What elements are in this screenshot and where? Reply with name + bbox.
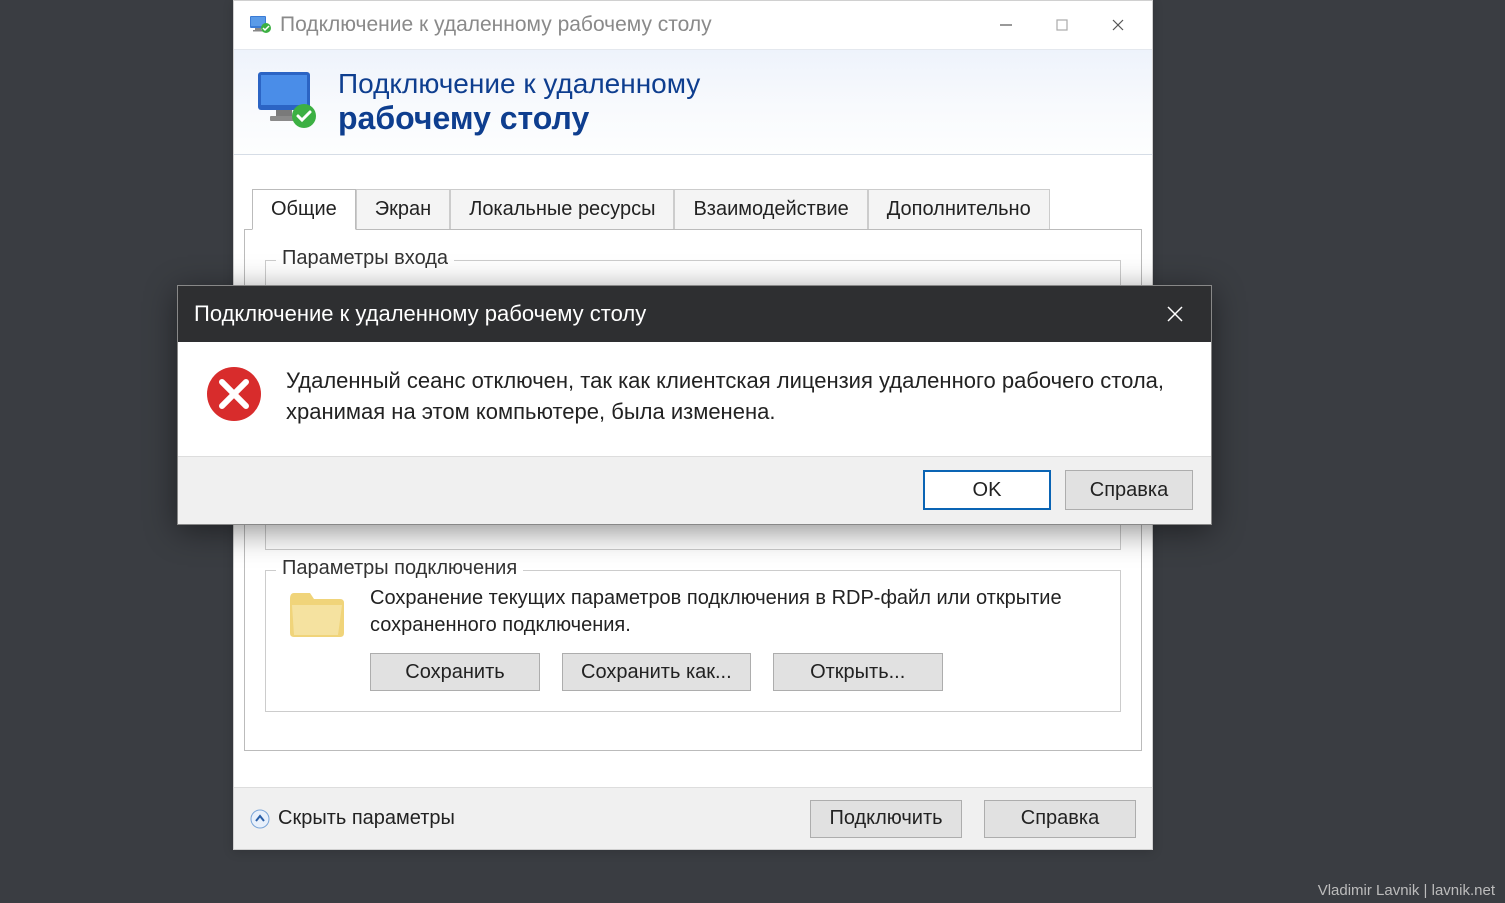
tab-experience[interactable]: Взаимодействие xyxy=(674,189,867,229)
tab-local-resources[interactable]: Локальные ресурсы xyxy=(450,189,674,229)
window-title: Подключение к удаленному рабочему столу xyxy=(280,13,978,37)
error-footer: OK Справка xyxy=(178,456,1211,524)
hide-options-link[interactable]: Скрыть параметры xyxy=(278,807,455,830)
connection-description: Сохранение текущих параметров подключени… xyxy=(370,585,1100,639)
watermark: Vladimir Lavnik | lavnik.net xyxy=(1318,882,1495,899)
banner-line2: рабочему столу xyxy=(338,100,700,137)
minimize-button[interactable] xyxy=(978,1,1034,49)
help-button[interactable]: Справка xyxy=(984,800,1136,838)
collapse-icon[interactable] xyxy=(250,809,270,829)
error-x-icon xyxy=(206,366,262,422)
error-ok-button[interactable]: OK xyxy=(923,470,1051,510)
save-as-button[interactable]: Сохранить как... xyxy=(562,653,751,691)
titlebar[interactable]: Подключение к удаленному рабочему столу xyxy=(234,1,1152,49)
save-button[interactable]: Сохранить xyxy=(370,653,540,691)
error-help-button[interactable]: Справка xyxy=(1065,470,1193,510)
tab-strip: Общие Экран Локальные ресурсы Взаимодейс… xyxy=(252,189,1142,229)
rdp-monitor-icon xyxy=(252,66,324,138)
error-body: Удаленный сеанс отключен, так как клиент… xyxy=(178,342,1211,456)
tab-screen[interactable]: Экран xyxy=(356,189,450,229)
open-button[interactable]: Открыть... xyxy=(773,653,943,691)
connection-fieldset: Параметры подключения Сохранение текущих… xyxy=(265,570,1121,712)
error-close-button[interactable] xyxy=(1155,305,1195,323)
error-title: Подключение к удаленному рабочему столу xyxy=(194,301,1155,327)
rdp-app-icon xyxy=(248,13,272,37)
error-titlebar[interactable]: Подключение к удаленному рабочему столу xyxy=(178,286,1211,342)
error-message: Удаленный сеанс отключен, так как клиент… xyxy=(286,366,1181,428)
error-dialog: Подключение к удаленному рабочему столу … xyxy=(177,285,1212,525)
header-banner: Подключение к удаленному рабочему столу xyxy=(234,49,1152,155)
footer-bar: Скрыть параметры Подключить Справка xyxy=(234,787,1152,849)
maximize-button[interactable] xyxy=(1034,1,1090,49)
connect-button[interactable]: Подключить xyxy=(810,800,962,838)
connection-legend: Параметры подключения xyxy=(276,557,523,580)
tab-general[interactable]: Общие xyxy=(252,189,356,230)
login-legend: Параметры входа xyxy=(276,247,454,270)
banner-text: Подключение к удаленному рабочему столу xyxy=(338,68,700,137)
banner-line1: Подключение к удаленному xyxy=(338,68,700,100)
close-button[interactable] xyxy=(1090,1,1146,49)
window-controls xyxy=(978,1,1146,49)
tab-advanced[interactable]: Дополнительно xyxy=(868,189,1050,229)
folder-icon xyxy=(286,585,348,641)
